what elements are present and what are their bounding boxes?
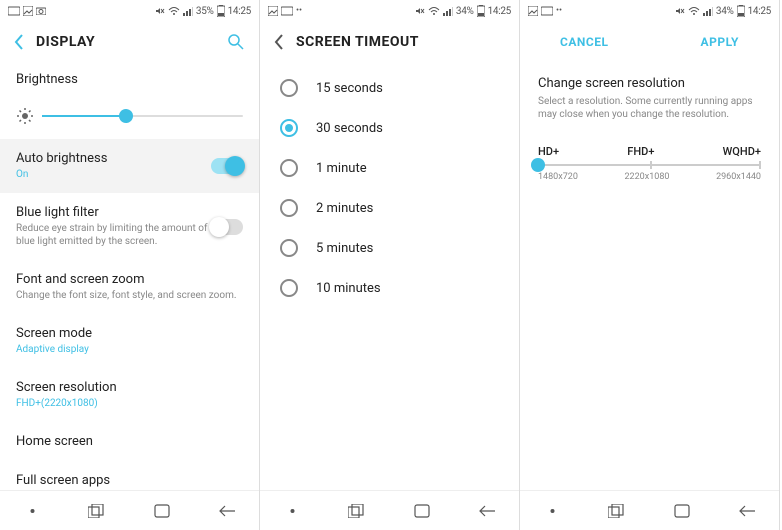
- nav-bar: [520, 490, 779, 530]
- mute-icon: [155, 6, 165, 16]
- nav-menu-icon[interactable]: [12, 503, 52, 519]
- battery-pct: 34%: [456, 6, 474, 17]
- signal-icon: [443, 7, 453, 16]
- screen-resolution-row[interactable]: Screen resolutionFHD+(2220x1080): [0, 368, 259, 422]
- screen-mode-row[interactable]: Screen modeAdaptive display: [0, 314, 259, 368]
- cancel-button[interactable]: CANCEL: [560, 35, 608, 49]
- image-icon: [23, 6, 33, 16]
- radio-label: 15 seconds: [316, 81, 383, 96]
- timeout-option[interactable]: 15 seconds: [260, 68, 519, 108]
- more-icon: ••: [296, 6, 302, 16]
- timeout-option[interactable]: 30 seconds: [260, 108, 519, 148]
- radio-label: 10 minutes: [316, 281, 381, 296]
- nav-back-icon[interactable]: [207, 505, 247, 517]
- radio-icon: [280, 199, 298, 217]
- signal-icon: [703, 7, 713, 16]
- clock: 14:25: [748, 6, 771, 17]
- battery-icon: [217, 5, 225, 17]
- blue-light-toggle[interactable]: [211, 219, 243, 235]
- clock: 14:25: [488, 6, 511, 17]
- resolution-labels: HD+ FHD+ WQHD+: [538, 145, 761, 158]
- page-title: DISPLAY: [36, 34, 95, 50]
- signal-icon: [183, 7, 193, 16]
- nav-home-icon[interactable]: [662, 504, 702, 518]
- timeout-option[interactable]: 1 minute: [260, 148, 519, 188]
- status-bar: •• 34% 14:25: [520, 0, 779, 22]
- nav-back-icon[interactable]: [727, 505, 767, 517]
- home-screen-row[interactable]: Home screen: [0, 422, 259, 461]
- screen-timeout-screen: •• 34% 14:25 SCREEN TIMEOUT 15 seconds 30…: [260, 0, 520, 530]
- radio-label: 2 minutes: [316, 201, 373, 216]
- battery-icon: [477, 5, 485, 17]
- resolution-screen: •• 34% 14:25 CANCEL APPLY Change screen …: [520, 0, 780, 530]
- blue-light-row[interactable]: Blue light filterReduce eye strain by li…: [0, 193, 259, 260]
- brightness-icon: [16, 107, 34, 125]
- display-settings-screen: 35% 14:25 DISPLAY Brightness Auto bright…: [0, 0, 260, 530]
- back-icon[interactable]: [14, 34, 24, 50]
- back-icon[interactable]: [274, 34, 284, 50]
- brightness-label: Brightness: [16, 72, 243, 87]
- radio-label: 1 minute: [316, 161, 367, 176]
- resolution-title: Change screen resolution: [538, 76, 761, 91]
- search-icon[interactable]: [227, 33, 245, 51]
- wifi-icon: [688, 7, 700, 16]
- nav-bar: [260, 490, 519, 530]
- nav-home-icon[interactable]: [402, 504, 442, 518]
- apply-button[interactable]: APPLY: [701, 35, 739, 49]
- resolution-sub: Select a resolution. Some currently runn…: [538, 95, 761, 121]
- nav-menu-icon[interactable]: [532, 503, 572, 519]
- panorama-icon: [8, 6, 20, 16]
- radio-label: 30 seconds: [316, 121, 383, 136]
- brightness-slider[interactable]: [0, 99, 259, 139]
- camera-icon: [36, 7, 46, 15]
- resolution-values: 1480x720 2220x1080 2960x1440: [538, 172, 761, 182]
- timeout-options: 15 seconds 30 seconds 1 minute 2 minutes 5 m…: [260, 62, 519, 308]
- status-bar: •• 34% 14:25: [260, 0, 519, 22]
- wifi-icon: [428, 7, 440, 16]
- nav-recents-icon[interactable]: [77, 504, 117, 518]
- auto-brightness-row[interactable]: Auto brightnessOn: [0, 139, 259, 193]
- wifi-icon: [168, 7, 180, 16]
- clock: 14:25: [228, 6, 251, 17]
- image-icon: [268, 6, 278, 16]
- panorama-icon: [281, 6, 293, 16]
- mute-icon: [675, 6, 685, 16]
- nav-home-icon[interactable]: [142, 504, 182, 518]
- status-bar: 35% 14:25: [0, 0, 259, 22]
- more-icon: ••: [556, 6, 562, 16]
- font-zoom-row[interactable]: Font and screen zoomChange the font size…: [0, 260, 259, 314]
- battery-pct: 34%: [716, 6, 734, 17]
- timeout-option[interactable]: 2 minutes: [260, 188, 519, 228]
- app-bar: CANCEL APPLY: [520, 22, 779, 62]
- radio-icon: [280, 79, 298, 97]
- timeout-option[interactable]: 10 minutes: [260, 268, 519, 308]
- timeout-option[interactable]: 5 minutes: [260, 228, 519, 268]
- image-icon: [528, 6, 538, 16]
- nav-bar: [0, 490, 259, 530]
- radio-label: 5 minutes: [316, 241, 373, 256]
- battery-icon: [737, 5, 745, 17]
- radio-icon: [280, 159, 298, 177]
- nav-recents-icon[interactable]: [337, 504, 377, 518]
- nav-menu-icon[interactable]: [272, 503, 312, 519]
- radio-icon: [280, 279, 298, 297]
- mute-icon: [415, 6, 425, 16]
- nav-back-icon[interactable]: [467, 505, 507, 517]
- app-bar: SCREEN TIMEOUT: [260, 22, 519, 62]
- radio-icon: [280, 239, 298, 257]
- full-screen-apps-row[interactable]: Full screen appsChoose which apps you wa…: [0, 461, 259, 490]
- app-bar: DISPLAY: [0, 22, 259, 62]
- battery-pct: 35%: [196, 6, 214, 17]
- nav-recents-icon[interactable]: [597, 504, 637, 518]
- panorama-icon: [541, 6, 553, 16]
- page-title: SCREEN TIMEOUT: [296, 34, 419, 50]
- radio-icon: [280, 119, 298, 137]
- auto-brightness-toggle[interactable]: [211, 158, 243, 174]
- resolution-slider[interactable]: [538, 164, 761, 166]
